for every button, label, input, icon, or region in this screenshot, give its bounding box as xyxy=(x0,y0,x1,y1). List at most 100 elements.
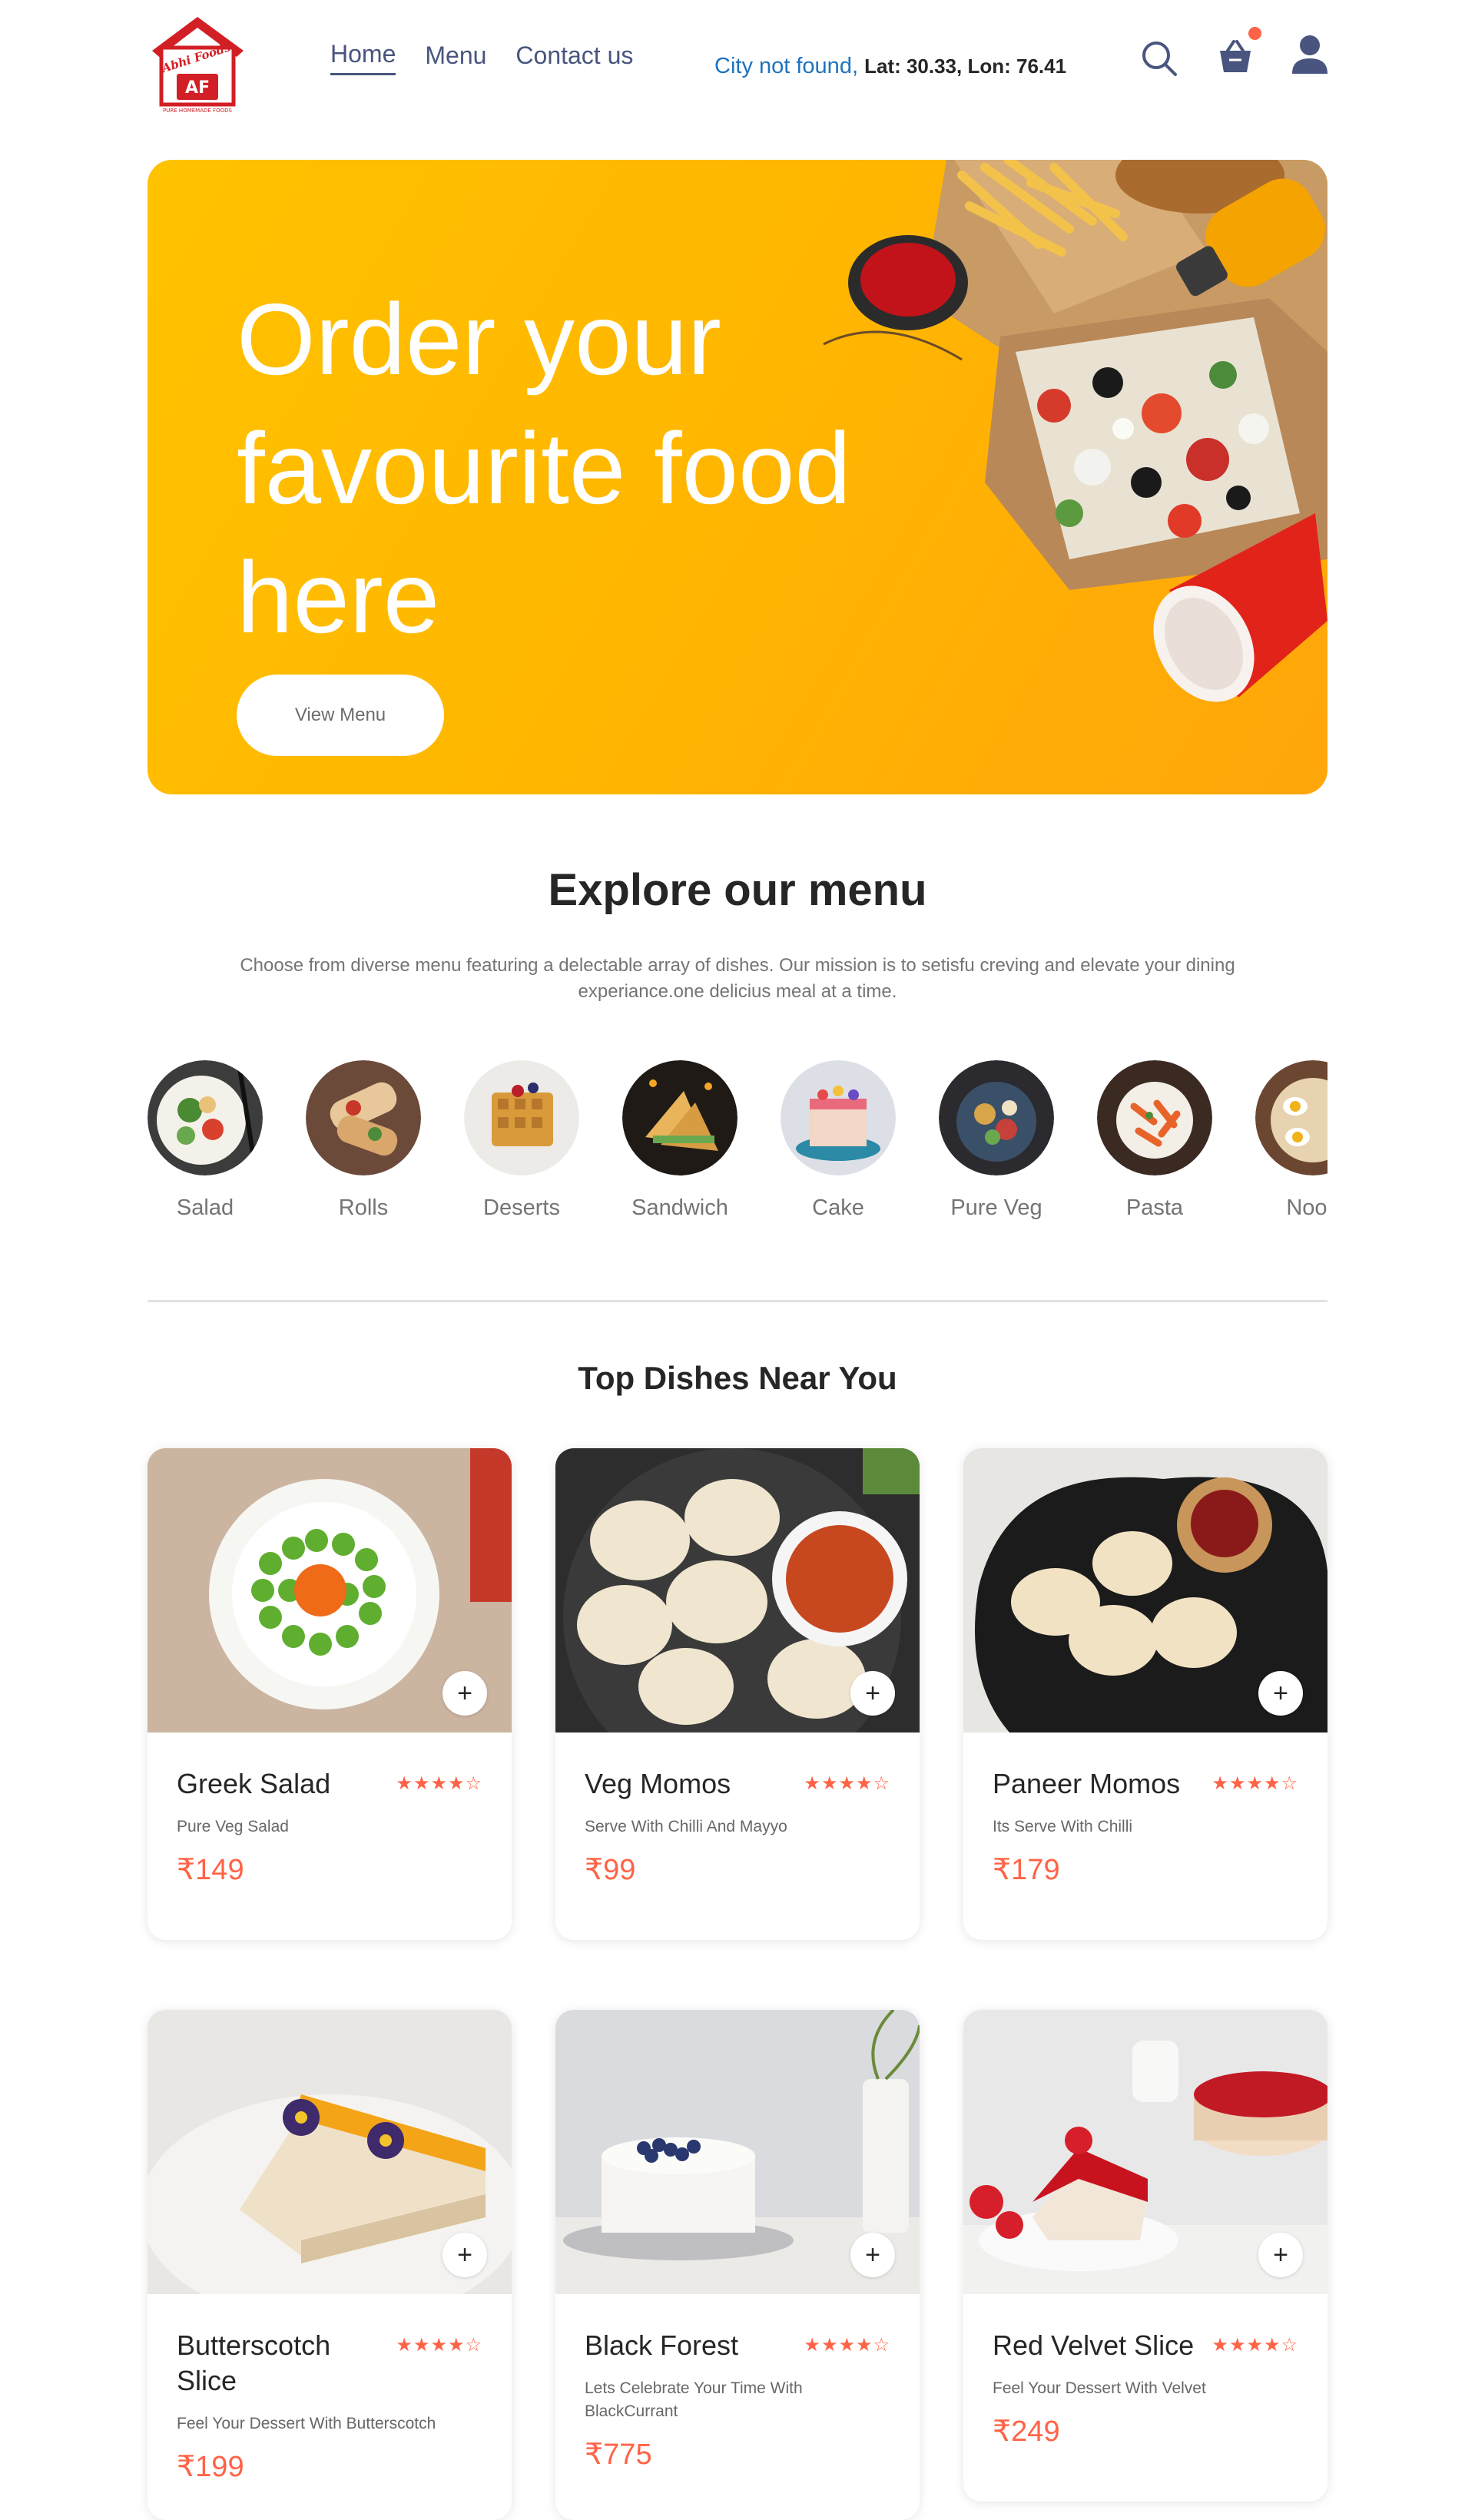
add-to-cart-button[interactable]: + xyxy=(442,2233,487,2277)
dish-price: ₹179 xyxy=(993,1854,1060,1886)
view-menu-button[interactable]: View Menu xyxy=(237,675,444,756)
location-city: City not found, xyxy=(714,54,858,78)
location-readout: City not found, Lat: 30.33, Lon: 76.41 xyxy=(714,54,1066,79)
logo-icon: Abhi Foods AF PURE HOMEMADE FOODS xyxy=(152,17,244,114)
dish-price: ₹149 xyxy=(177,1854,244,1886)
dish-image: + xyxy=(148,2010,512,2294)
card-head: Greek Salad ★★★★☆ xyxy=(177,1766,482,1802)
dish-card-greek-salad[interactable]: + Greek Salad ★★★★☆ Pure Veg Salad ₹149 xyxy=(148,1448,512,1940)
dish-description: Its Serve With Chilli xyxy=(993,1818,1133,1835)
menu-item-rolls[interactable]: Rolls xyxy=(302,1060,425,1221)
dish-image: + xyxy=(963,1448,1328,1732)
rating-stars-icon: ★★★★☆ xyxy=(396,1773,482,1794)
rating-stars-icon: ★★★★☆ xyxy=(804,1773,890,1794)
menu-category-list: Salad Rolls Deserts Sandwich Cake Pure V… xyxy=(148,1060,1328,1245)
menu-item-cake[interactable]: Cake xyxy=(777,1060,900,1221)
dish-description: Serve With Chilli And Mayyo xyxy=(585,1818,787,1835)
add-to-cart-button[interactable]: + xyxy=(850,1671,895,1716)
menu-label: Nood xyxy=(1286,1195,1328,1220)
menu-image-pure-veg xyxy=(939,1060,1054,1175)
dish-name: Greek Salad xyxy=(177,1768,331,1799)
menu-item-pure-veg[interactable]: Pure Veg xyxy=(935,1060,1058,1221)
dish-card-red-velvet-slice[interactable]: + Red Velvet Slice ★★★★☆ Feel Your Desse… xyxy=(963,2010,1328,2502)
page: Abhi Foods AF PURE HOMEMADE FOODS Home M… xyxy=(0,0,1475,2520)
dish-name: Veg Momos xyxy=(585,1768,731,1799)
section-divider xyxy=(148,1300,1328,1302)
hero-banner: Order your favourite food here View Menu xyxy=(148,160,1328,794)
svg-text:PURE HOMEMADE FOODS: PURE HOMEMADE FOODS xyxy=(163,108,232,114)
menu-item-deserts[interactable]: Deserts xyxy=(460,1060,583,1221)
menu-label: Pure Veg xyxy=(950,1195,1042,1220)
dish-price: ₹775 xyxy=(585,2439,652,2471)
dish-name: Butterscotch Slice xyxy=(177,2329,331,2396)
add-to-cart-button[interactable]: + xyxy=(1258,2233,1303,2277)
dish-price: ₹249 xyxy=(993,2416,1060,2448)
rating-stars-icon: ★★★★☆ xyxy=(804,2335,890,2356)
card-head: Butterscotch Slice ★★★★☆ xyxy=(177,2328,482,2399)
logo[interactable]: Abhi Foods AF PURE HOMEMADE FOODS xyxy=(146,14,250,114)
add-to-cart-button[interactable]: + xyxy=(1258,1671,1303,1716)
card-head: Black Forest ★★★★☆ xyxy=(585,2328,890,2363)
rating-stars-icon: ★★★★☆ xyxy=(396,2335,482,2356)
menu-image-salad xyxy=(148,1060,263,1175)
nav-home[interactable]: Home xyxy=(330,40,396,75)
menu-image-sandwich xyxy=(622,1060,738,1175)
dish-image: + xyxy=(555,1448,920,1732)
card-head: Red Velvet Slice ★★★★☆ xyxy=(993,2328,1298,2363)
dish-card-black-forest[interactable]: + Black Forest ★★★★☆ Lets Celebrate Your… xyxy=(555,2010,920,2520)
nav-contact[interactable]: Contact us xyxy=(515,41,633,75)
menu-image-noodles xyxy=(1255,1060,1328,1175)
menu-image-cake xyxy=(781,1060,896,1175)
dish-description: Feel Your Dessert With Velvet xyxy=(993,2379,1206,2397)
dish-image: + xyxy=(148,1448,512,1732)
menu-label: Cake xyxy=(812,1195,864,1220)
rating-stars-icon: ★★★★☆ xyxy=(1211,2335,1298,2356)
menu-label: Rolls xyxy=(338,1195,389,1220)
dish-card-butterscotch-slice[interactable]: + Butterscotch Slice ★★★★☆ Feel Your Des… xyxy=(148,2010,512,2520)
card-body: Greek Salad ★★★★☆ Pure Veg Salad ₹149 xyxy=(148,1732,512,1887)
search-icon[interactable] xyxy=(1139,38,1179,78)
menu-label: Sandwich xyxy=(631,1195,728,1220)
card-body: Veg Momos ★★★★☆ Serve With Chilli And Ma… xyxy=(555,1732,920,1887)
basket-icon[interactable] xyxy=(1214,35,1257,78)
card-body: Red Velvet Slice ★★★★☆ Feel Your Dessert… xyxy=(963,2294,1328,2449)
menu-image-deserts xyxy=(464,1060,579,1175)
card-head: Paneer Momos ★★★★☆ xyxy=(993,1766,1298,1802)
svg-text:AF: AF xyxy=(185,78,210,98)
navbar: Abhi Foods AF PURE HOMEMADE FOODS Home M… xyxy=(0,0,1475,131)
location-coords: Lat: 30.33, Lon: 76.41 xyxy=(864,55,1067,78)
menu-item-noodles[interactable]: Nood xyxy=(1251,1060,1328,1221)
dish-image: + xyxy=(963,2010,1328,2294)
add-to-cart-button[interactable]: + xyxy=(442,1671,487,1716)
dish-card-veg-momos[interactable]: + Veg Momos ★★★★☆ Serve With Chilli And … xyxy=(555,1448,920,1940)
dish-name: Black Forest xyxy=(585,2329,739,2361)
cart-badge xyxy=(1248,27,1261,40)
rating-stars-icon: ★★★★☆ xyxy=(1211,1773,1298,1794)
menu-label: Pasta xyxy=(1125,1195,1184,1220)
dish-description: Feel Your Dessert With Butterscotch xyxy=(177,2415,436,2432)
explore-description: Choose from diverse menu featuring a del… xyxy=(240,955,1235,1002)
card-body: Paneer Momos ★★★★☆ Its Serve With Chilli… xyxy=(963,1732,1328,1887)
menu-image-pasta xyxy=(1097,1060,1212,1175)
menu-item-salad[interactable]: Salad xyxy=(148,1060,267,1221)
dish-image: + xyxy=(555,2010,920,2294)
dish-description: Pure Veg Salad xyxy=(177,1818,289,1835)
menu-item-pasta[interactable]: Pasta xyxy=(1093,1060,1216,1221)
user-icon[interactable] xyxy=(1289,34,1331,77)
top-dishes-title: Top Dishes Near You xyxy=(578,1360,897,1396)
add-to-cart-button[interactable]: + xyxy=(850,2233,895,2277)
card-body: Black Forest ★★★★☆ Lets Celebrate Your T… xyxy=(555,2294,920,2472)
dish-name: Paneer Momos xyxy=(993,1768,1181,1799)
dish-price: ₹99 xyxy=(585,1854,636,1886)
nav-menu[interactable]: Menu xyxy=(425,41,486,75)
dish-card-paneer-momos[interactable]: + Paneer Momos ★★★★☆ Its Serve With Chil… xyxy=(963,1448,1328,1940)
menu-image-rolls xyxy=(306,1060,421,1175)
hero-title: Order your favourite food here xyxy=(237,283,851,654)
nav-links: Home Menu Contact us xyxy=(330,40,633,75)
dish-name: Red Velvet Slice xyxy=(993,2329,1195,2361)
dish-price: ₹199 xyxy=(177,2451,244,2483)
dish-description: Lets Celebrate Your Time With BlackCurra… xyxy=(585,2379,803,2420)
card-head: Veg Momos ★★★★☆ xyxy=(585,1766,890,1802)
menu-item-sandwich[interactable]: Sandwich xyxy=(618,1060,741,1221)
explore-title: Explore our menu xyxy=(548,865,927,915)
